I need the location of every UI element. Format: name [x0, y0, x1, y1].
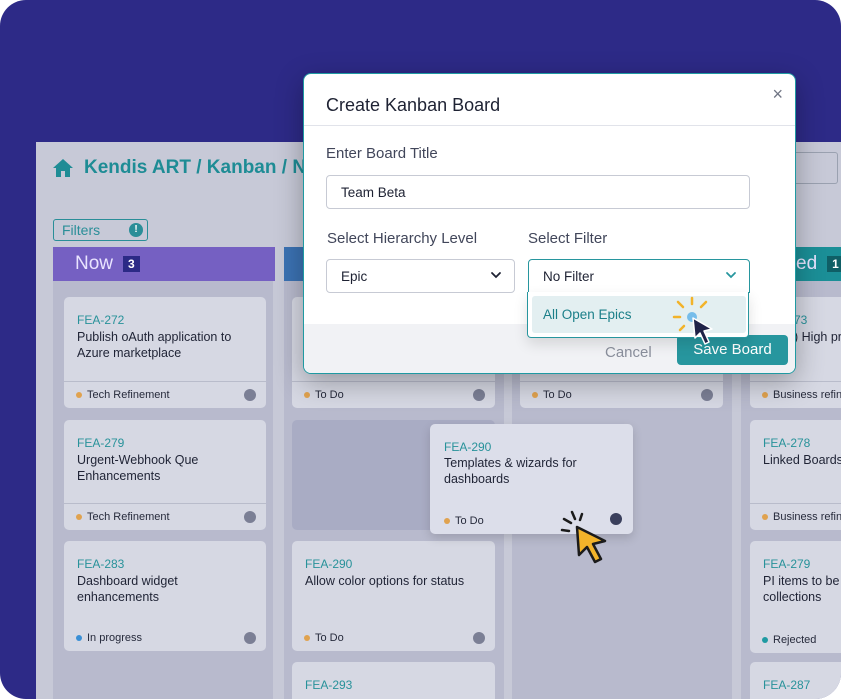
card-fea-283[interactable]: FEA-283 Dashboard widget enhancements In…	[64, 541, 266, 651]
card-footer: Business refin	[750, 503, 841, 530]
home-icon[interactable]	[52, 158, 74, 178]
status-dot	[304, 634, 310, 641]
card-footer: Business refin	[750, 381, 841, 408]
card-footer: Tech Refinement	[64, 381, 266, 408]
card-id: FEA-272	[77, 313, 125, 327]
filter-label: Select Filter	[528, 230, 608, 247]
avatar-icon	[244, 511, 256, 523]
card-id: FEA-279	[77, 436, 125, 450]
card-id: FEA-279	[763, 557, 811, 571]
status-dot	[532, 392, 538, 398]
status-dot	[762, 514, 768, 520]
card-status: To Do	[315, 389, 344, 401]
card-status: Business refin	[773, 511, 841, 523]
card-status: To Do	[543, 389, 572, 401]
card-id: FEA-287	[763, 678, 811, 692]
cancel-button[interactable]: Cancel	[605, 344, 652, 361]
card-footer: To Do	[292, 381, 495, 408]
status-dot	[76, 634, 82, 641]
card-status: Tech Refinement	[87, 511, 170, 523]
card-fea-279[interactable]: FEA-279 Urgent-Webhook Que Enhancements …	[64, 420, 266, 530]
card-footer: Tech Refinement	[64, 503, 266, 530]
breadcrumb-text: Kendis ART / Kanban / N	[84, 157, 307, 178]
card-status: To Do	[315, 631, 344, 644]
avatar-icon	[473, 389, 485, 401]
cursor-click-icon	[672, 296, 713, 345]
card-id: FEA-290	[444, 440, 492, 454]
card-fea-278[interactable]: FEA-278 Linked Boards Business refin	[750, 420, 841, 530]
card-fea-287[interactable]: FEA-287	[750, 662, 841, 699]
status-dot	[304, 392, 310, 398]
frame-background: Kendis ART / Kanban / N Filters ! Now 3 …	[0, 0, 841, 699]
card-footer: In progress	[64, 624, 266, 651]
status-dot	[762, 392, 768, 398]
filters-button[interactable]: Filters !	[53, 219, 148, 241]
column-header-now[interactable]: Now 3	[53, 247, 275, 281]
card-title: PI items to be e collections	[763, 574, 841, 604]
card-title: Linked Boards	[763, 453, 841, 467]
card-title: Publish oAuth application to Azure marke…	[77, 330, 232, 360]
card-status: Business refin	[773, 389, 841, 401]
hierarchy-label: Select Hierarchy Level	[327, 230, 478, 247]
card-fea-272[interactable]: FEA-272 Publish oAuth application to Azu…	[64, 297, 266, 408]
modal-title: Create Kanban Board	[326, 95, 501, 115]
board-title-value: Team Beta	[341, 184, 406, 200]
card-fea-290[interactable]: FEA-290 Allow color options for status T…	[292, 541, 495, 651]
card-id: FEA-290	[305, 557, 353, 571]
card-id: FEA-283	[77, 557, 125, 571]
card-title: Templates & wizards for dashboards	[444, 456, 577, 486]
status-dot	[444, 518, 450, 524]
card-fea-279-col4[interactable]: FEA-279 PI items to be e collections Rej…	[750, 541, 841, 653]
card-status: Rejected	[773, 633, 817, 646]
card-fea-293[interactable]: FEA-293	[292, 662, 495, 699]
board-title-input[interactable]: Team Beta	[326, 175, 750, 209]
avatar-icon	[701, 389, 713, 401]
status-dot	[76, 392, 82, 398]
card-status-row: To Do	[444, 515, 484, 527]
card-footer: To Do	[520, 381, 723, 408]
modal-divider	[304, 125, 795, 126]
card-status: To Do	[455, 515, 484, 527]
chevron-down-icon	[726, 272, 736, 279]
hierarchy-value: Epic	[341, 268, 368, 284]
column-title: Now	[75, 253, 114, 274]
status-dot	[76, 514, 82, 520]
card-footer: To Do	[292, 624, 495, 651]
close-icon[interactable]: ×	[772, 84, 783, 105]
column-title: ed	[796, 253, 818, 274]
card-status: In progress	[87, 631, 143, 644]
status-dot	[762, 636, 768, 643]
card-title: Urgent-Webhook Que Enhancements	[77, 453, 199, 483]
avatar-icon	[244, 389, 256, 401]
card-status: Tech Refinement	[87, 389, 170, 401]
card-id: 73	[794, 313, 808, 327]
hierarchy-select[interactable]: Epic	[326, 259, 515, 293]
cursor-arrow-icon	[560, 510, 607, 564]
column-count: 1	[827, 256, 841, 272]
filters-badge: !	[129, 223, 143, 237]
avatar-icon	[244, 631, 256, 644]
card-title: ) High pr	[794, 330, 841, 344]
filter-value: No Filter	[543, 268, 595, 284]
filters-label: Filters	[62, 222, 101, 238]
breadcrumb[interactable]: Kendis ART / Kanban / N	[52, 157, 306, 179]
card-footer: Rejected	[750, 626, 841, 653]
chevron-down-icon	[491, 272, 501, 279]
column-count: 3	[123, 256, 140, 272]
column-header-4[interactable]: ed 1	[796, 247, 841, 281]
avatar-icon	[473, 631, 485, 644]
card-title: Allow color options for status	[305, 574, 465, 588]
card-id: FEA-278	[763, 436, 811, 450]
filter-select[interactable]: No Filter	[528, 259, 750, 293]
card-id: FEA-293	[305, 678, 353, 692]
card-title: Dashboard widget enhancements	[77, 574, 178, 604]
board-title-label: Enter Board Title	[326, 145, 438, 162]
